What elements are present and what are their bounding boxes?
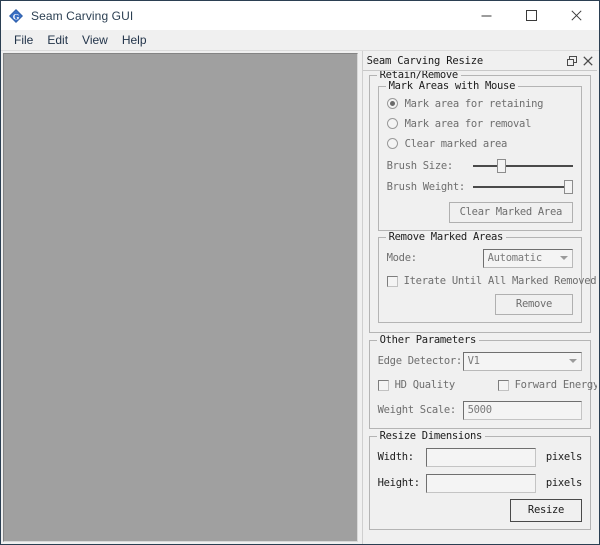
dock-title: Seam Carving Resize	[366, 54, 484, 67]
mode-dropdown-value: Automatic	[487, 252, 543, 264]
menu-item-file[interactable]: File	[7, 31, 40, 49]
brush-size-row: Brush Size:	[387, 157, 573, 175]
app-logo-icon: G	[8, 8, 24, 24]
group-remove-marked-areas: Remove Marked Areas Mode: Automatic Iter…	[377, 231, 597, 323]
height-unit-label: pixels	[545, 477, 582, 489]
radio-indicator-icon	[386, 118, 398, 129]
checkbox-forward-energy[interactable]: Forward Energy	[497, 378, 597, 392]
slider-track	[472, 165, 573, 167]
main-body: Seam Carving Resize Retain/Remove Mark A…	[1, 51, 599, 544]
menu-bar: File Edit View Help	[1, 30, 599, 51]
remove-button-row: Remove	[387, 294, 573, 315]
title-bar: G Seam Carving GUI	[1, 1, 599, 30]
menu-item-edit[interactable]: Edit	[40, 31, 75, 49]
brush-weight-label: Brush Weight:	[386, 181, 466, 193]
brush-size-slider[interactable]	[472, 158, 573, 174]
group-other-parameters: Other Parameters Edge Detector: V1 HD Qu…	[368, 334, 597, 429]
mode-label: Mode:	[386, 252, 417, 264]
quality-options-row: HD Quality Forward Energy	[377, 377, 597, 393]
mode-row: Mode: Automatic	[387, 248, 573, 268]
resize-button[interactable]: Resize	[510, 499, 582, 522]
clear-marked-area-row: Clear Marked Area	[387, 202, 573, 223]
checkbox-indicator-icon	[386, 275, 398, 287]
weight-scale-label: Weight Scale:	[377, 404, 457, 416]
chevron-down-icon	[565, 359, 581, 363]
dock-content: Retain/Remove Mark Areas with Mouse Mark…	[363, 71, 597, 544]
edge-detector-dropdown[interactable]: V1	[462, 351, 582, 371]
group-resize-dimensions: Resize Dimensions Width: pixels Height: …	[368, 430, 591, 530]
brush-size-label: Brush Size:	[386, 160, 454, 172]
seam-carving-dock-panel: Seam Carving Resize Retain/Remove Mark A…	[361, 51, 599, 544]
svg-text:G: G	[13, 11, 20, 21]
remove-button[interactable]: Remove	[495, 294, 573, 315]
application-window: G Seam Carving GUI File Edit View Help S…	[0, 0, 600, 545]
image-canvas[interactable]	[3, 53, 358, 542]
checkbox-iterate-until-all-removed[interactable]: Iterate Until All Marked Removed	[386, 274, 597, 288]
resize-button-row: Resize	[378, 499, 582, 522]
group-mark-areas: Mark Areas with Mouse Mark area for reta…	[377, 80, 582, 231]
mode-dropdown[interactable]: Automatic	[482, 248, 573, 268]
brush-weight-row: Brush Weight:	[387, 178, 573, 196]
weight-scale-input[interactable]: 5000	[462, 400, 582, 420]
width-label: Width:	[377, 451, 414, 463]
close-button[interactable]	[554, 1, 599, 30]
width-row: Width: pixels	[378, 447, 582, 467]
maximize-button[interactable]	[509, 1, 554, 30]
menu-item-view[interactable]: View	[75, 31, 115, 49]
radio-clear-marked-area[interactable]: Clear marked area	[386, 137, 573, 150]
radio-indicator-icon	[386, 138, 398, 149]
radio-indicator-icon	[386, 98, 398, 109]
brush-weight-slider[interactable]	[472, 179, 573, 195]
checkbox-indicator-icon	[377, 379, 389, 391]
height-input[interactable]	[425, 473, 536, 493]
menu-item-help[interactable]: Help	[115, 31, 154, 49]
minimize-button[interactable]	[464, 1, 509, 30]
canvas-pane	[1, 51, 358, 544]
edge-detector-label: Edge Detector:	[377, 355, 463, 367]
dock-title-bar: Seam Carving Resize	[362, 51, 597, 71]
checkbox-hd-quality[interactable]: HD Quality	[377, 378, 498, 392]
group-remove-marked-areas-title: Remove Marked Areas	[385, 231, 507, 243]
radio-mark-area-retaining[interactable]: Mark area for retaining	[386, 97, 573, 110]
height-row: Height: pixels	[378, 473, 582, 493]
group-retain-remove: Retain/Remove Mark Areas with Mouse Mark…	[368, 71, 597, 333]
slider-handle[interactable]	[496, 159, 506, 173]
group-resize-dimensions-title: Resize Dimensions	[376, 430, 486, 442]
group-mark-areas-title: Mark Areas with Mouse	[385, 80, 519, 92]
group-other-parameters-title: Other Parameters	[376, 334, 479, 346]
radio-label: Clear marked area	[404, 137, 508, 150]
slider-handle[interactable]	[564, 180, 573, 194]
edge-detector-dropdown-value: V1	[467, 355, 480, 367]
width-unit-label: pixels	[545, 451, 582, 463]
window-title: Seam Carving GUI	[31, 8, 134, 23]
clear-marked-area-button[interactable]: Clear Marked Area	[448, 202, 573, 223]
edge-detector-row: Edge Detector: V1	[378, 351, 582, 371]
checkbox-label: Iterate Until All Marked Removed	[403, 275, 597, 287]
dock-close-icon[interactable]	[580, 53, 595, 68]
float-window-icon[interactable]	[564, 53, 579, 68]
weight-scale-row: Weight Scale: 5000	[378, 400, 582, 420]
height-label: Height:	[377, 477, 420, 489]
radio-label: Mark area for removal	[404, 117, 532, 130]
radio-mark-area-removal[interactable]: Mark area for removal	[386, 117, 573, 130]
slider-track	[472, 186, 573, 188]
width-input[interactable]	[425, 447, 536, 467]
checkbox-indicator-icon	[497, 379, 509, 391]
checkbox-label: Forward Energy	[514, 379, 597, 391]
checkbox-label: HD Quality	[394, 379, 456, 391]
chevron-down-icon	[556, 256, 572, 260]
radio-label: Mark area for retaining	[404, 97, 544, 110]
window-controls	[464, 1, 599, 30]
